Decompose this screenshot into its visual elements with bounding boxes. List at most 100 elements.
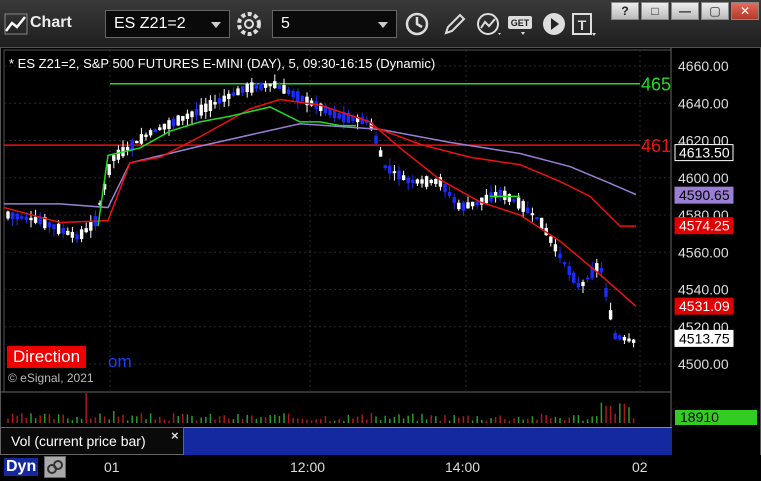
candle-body — [337, 113, 341, 119]
symbol-value: ES Z21=2 — [114, 15, 186, 32]
candle-body — [466, 202, 470, 209]
candle-body — [470, 201, 475, 207]
candle-body — [259, 82, 263, 90]
indicator-icon[interactable] — [474, 9, 504, 39]
chevron-down-icon[interactable] — [378, 22, 388, 28]
candle-body — [217, 98, 222, 104]
chart-logo-icon — [4, 13, 28, 35]
minimize-button[interactable]: — — [671, 2, 699, 20]
maximize-button[interactable]: ▢ — [701, 2, 729, 20]
restore-button[interactable]: □ — [641, 2, 669, 20]
candle-body — [158, 127, 162, 131]
candle-body — [268, 84, 272, 87]
candle-body — [378, 150, 383, 157]
candle-body — [429, 179, 433, 184]
time-label: 01 — [104, 459, 120, 475]
candle-body — [24, 216, 29, 220]
candle-body — [535, 217, 539, 220]
candle-body — [167, 120, 171, 129]
help-button[interactable]: ? — [611, 2, 639, 20]
text-tool-icon[interactable]: T — [570, 9, 600, 39]
candle-body — [406, 177, 410, 184]
candle-body — [392, 171, 397, 174]
clock-icon[interactable] — [402, 9, 432, 39]
candle-body — [411, 179, 415, 184]
candle-body — [503, 190, 507, 200]
candle-body — [171, 118, 176, 127]
candle-body — [521, 201, 525, 212]
candle-body — [613, 333, 617, 340]
candle-body — [291, 90, 295, 98]
candle-body — [29, 217, 33, 221]
candle-body — [153, 129, 157, 133]
red-band-line — [369, 124, 636, 227]
candle-body — [52, 224, 56, 230]
close-button[interactable]: ✕ — [731, 2, 759, 20]
candle-body — [461, 202, 466, 211]
chevron-down-icon[interactable] — [211, 22, 221, 28]
candle-body — [194, 108, 199, 116]
play-icon[interactable] — [540, 9, 570, 39]
candle-body — [190, 111, 194, 118]
candle-body — [263, 83, 268, 88]
time-label: 02 — [632, 459, 648, 475]
candle-body — [553, 244, 558, 252]
candle-body — [484, 194, 489, 204]
volume-study-tab[interactable]: Vol (current price bar) — [0, 427, 184, 455]
candle-body — [549, 236, 553, 243]
candle-body — [452, 197, 456, 203]
copyright-text: © eSignal, 2021 — [8, 371, 94, 385]
pencil-draw-icon[interactable] — [440, 9, 470, 39]
candle-body — [116, 149, 121, 160]
candle-body — [84, 228, 88, 233]
svg-text:T: T — [578, 17, 587, 33]
link-chain-icon — [47, 460, 63, 474]
purple-average-line — [4, 122, 637, 209]
candle-body — [112, 154, 116, 161]
candle-body — [6, 211, 10, 219]
candle-body — [199, 104, 203, 116]
candle-body — [457, 202, 461, 210]
red-level-tag: 461 — [641, 136, 671, 156]
candle-body — [286, 89, 291, 94]
candle-body — [139, 134, 144, 144]
candle-body — [516, 197, 521, 209]
candle-body — [562, 262, 567, 265]
price-tick-label: 4500.00 — [678, 356, 729, 372]
candle-body — [383, 165, 387, 169]
interval-value: 5 — [281, 15, 290, 32]
candle-body — [47, 222, 52, 228]
candle-body — [208, 99, 213, 112]
interval-input[interactable]: 5 — [272, 10, 397, 38]
link-icon[interactable] — [44, 456, 66, 478]
time-label: 12:00 — [290, 459, 326, 475]
price-tag-label: 4531.09 — [679, 298, 730, 314]
candle-body — [162, 123, 167, 130]
chart-title: Chart — [30, 14, 72, 31]
candle-body — [10, 212, 15, 220]
price-tick-label: 4600.00 — [678, 170, 729, 186]
candle-body — [599, 267, 604, 273]
candle-body — [15, 213, 19, 220]
settings-gear-icon[interactable] — [234, 9, 264, 39]
close-icon[interactable]: × — [171, 428, 179, 443]
price-tag-label: 4513.75 — [679, 330, 730, 346]
candle-body — [296, 91, 300, 102]
candle-body — [447, 191, 452, 197]
price-tick-label: 4660.00 — [678, 58, 729, 74]
candle-body — [581, 281, 585, 287]
candle-body — [107, 164, 111, 175]
candle-body — [300, 95, 305, 102]
price-tick-label: 4560.00 — [678, 244, 729, 260]
symbol-input[interactable]: ES Z21=2 — [105, 10, 230, 38]
candle-body — [388, 165, 392, 174]
candle-body — [424, 176, 429, 187]
candle-body — [576, 282, 581, 288]
candle-body — [631, 339, 636, 343]
candle-body — [61, 228, 65, 234]
get-data-icon[interactable]: GET — [507, 9, 537, 39]
candle-body — [240, 86, 245, 93]
candle-body — [125, 146, 130, 151]
dynamic-mode-label[interactable]: Dyn — [4, 458, 39, 476]
candle-body — [135, 141, 139, 144]
